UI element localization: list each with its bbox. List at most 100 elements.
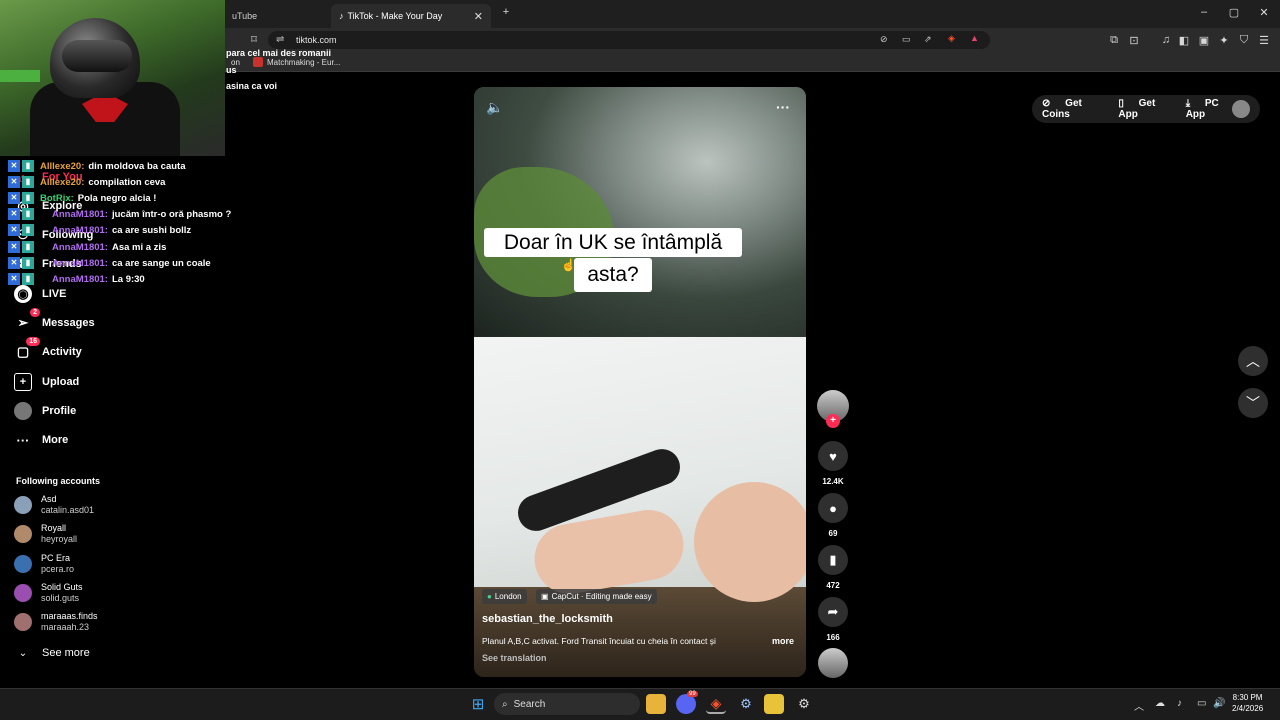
live-icon: ◉ bbox=[14, 285, 32, 303]
chevron-up-icon: ︿ bbox=[1246, 353, 1260, 369]
sidebar-item-live[interactable]: ◉ LIVE bbox=[14, 283, 66, 305]
sidebar-item-label: LIVE bbox=[42, 288, 67, 300]
close-window-button[interactable]: ✕ bbox=[1256, 6, 1272, 19]
video-options-icon[interactable]: ··· bbox=[776, 99, 790, 115]
network-icon[interactable]: ▭ bbox=[1197, 698, 1206, 709]
pc-app-button[interactable]: ⤓ PC App bbox=[1186, 98, 1238, 120]
rewards-icon[interactable]: ▲ bbox=[970, 33, 979, 43]
sub-badge-icon: ▮ bbox=[22, 176, 34, 188]
app-icon[interactable] bbox=[764, 694, 784, 714]
taskbar-search[interactable]: ⌕ Search bbox=[494, 693, 640, 715]
location-tag[interactable]: ● London bbox=[482, 589, 527, 604]
save-count: 472 bbox=[826, 581, 840, 590]
sidebar-item-profile[interactable]: Profile bbox=[14, 400, 76, 422]
tray-chevron-icon[interactable]: ︿ bbox=[1134, 698, 1144, 713]
brave-browser-icon[interactable]: ◈ bbox=[706, 694, 726, 714]
taskbar-clock[interactable]: 8:30 PM 2/4/2026 bbox=[1232, 692, 1263, 714]
mod-badge-icon: ✕ bbox=[8, 208, 20, 220]
capcut-tag[interactable]: ▣ CapCut · Editing made easy bbox=[536, 589, 657, 604]
volume-icon[interactable]: 🔈 bbox=[486, 99, 503, 116]
account-name: Solid Guts bbox=[41, 582, 83, 592]
settings-icon[interactable]: ⚙ bbox=[794, 694, 814, 714]
site-info-icon[interactable]: ⇌ bbox=[276, 34, 284, 45]
video-username[interactable]: sebastian_the_locksmith bbox=[482, 613, 613, 625]
wallet-icon[interactable]: ▣ bbox=[1196, 34, 1212, 47]
music-icon[interactable]: ♫ bbox=[1158, 34, 1174, 46]
description-more-button[interactable]: more bbox=[772, 636, 794, 646]
share-button[interactable]: ➦ bbox=[818, 597, 848, 627]
steam-icon[interactable]: ⚙ bbox=[736, 694, 756, 714]
like-button[interactable]: ♥ bbox=[818, 441, 848, 471]
bookmark-item[interactable]: Matchmaking - Eur... bbox=[267, 58, 340, 67]
chat-username: Alllexe20: bbox=[40, 160, 85, 172]
sub-badge-icon: ▮ bbox=[22, 208, 34, 220]
share-icon[interactable]: ⇗ bbox=[924, 34, 932, 45]
file-explorer-icon[interactable] bbox=[646, 694, 666, 714]
screenshot-icon[interactable]: ⊡ bbox=[1126, 34, 1142, 47]
chat-message: compilation ceva bbox=[88, 176, 166, 188]
discord-icon[interactable]: 99 bbox=[676, 691, 698, 714]
get-app-button[interactable]: ▯ Get App bbox=[1118, 98, 1173, 120]
previous-video-button[interactable]: ︿ bbox=[1238, 346, 1268, 376]
avatar bbox=[14, 525, 32, 543]
get-coins-button[interactable]: ⊘ Get Coins bbox=[1042, 98, 1106, 120]
following-account[interactable]: PC Era pcera.ro bbox=[14, 553, 74, 575]
download-icon: ⤓ bbox=[1185, 98, 1193, 109]
tray-app-icon[interactable]: ☁ bbox=[1155, 698, 1165, 709]
messages-badge: 2 bbox=[30, 308, 40, 317]
minimize-button[interactable]: – bbox=[1196, 6, 1212, 18]
account-handle: pcera.ro bbox=[41, 564, 75, 574]
no-track-icon[interactable]: ⊘ bbox=[880, 34, 888, 45]
chat-username: BotRix: bbox=[40, 192, 74, 204]
volume-tray-icon[interactable]: 🔊 bbox=[1213, 698, 1225, 709]
sub-badge-icon: ▮ bbox=[22, 192, 34, 204]
sidebar-item-label: Messages bbox=[42, 317, 95, 329]
sidebar-item-label: Profile bbox=[42, 405, 77, 417]
menu-icon[interactable]: ☰ bbox=[1256, 34, 1272, 47]
sidebar-item-upload[interactable]: + Upload bbox=[14, 371, 79, 393]
sidebar-toggle-icon[interactable]: ◧ bbox=[1176, 34, 1192, 47]
vpn-icon[interactable]: ⛉ bbox=[1236, 34, 1252, 47]
chat-message: jucăm într-o oră phasmo ? bbox=[111, 208, 232, 220]
chat-message: ca are sange un coale bbox=[111, 257, 211, 269]
video-caption-line: Doar în UK se întâmplă bbox=[484, 228, 742, 257]
windows-start-icon[interactable]: ⊞ bbox=[468, 694, 488, 714]
see-translation-button[interactable]: See translation bbox=[482, 653, 547, 663]
follow-plus-icon[interactable]: + bbox=[826, 414, 840, 428]
see-more-button[interactable]: ⌄ See more bbox=[14, 642, 90, 664]
chat-line: ✕ ▮ Alllexe20: din moldova ba cauta bbox=[8, 158, 186, 174]
extensions-icon[interactable]: ⧉ bbox=[1106, 34, 1122, 47]
bookmark-icon[interactable]: ⌑ bbox=[246, 33, 262, 46]
maximize-button[interactable]: ▢ bbox=[1226, 6, 1242, 19]
sound-disc-avatar[interactable] bbox=[818, 648, 848, 678]
share-count: 166 bbox=[826, 633, 840, 642]
sidebar-item-messages[interactable]: ➢ 2 Messages bbox=[14, 308, 95, 334]
user-avatar[interactable] bbox=[1232, 100, 1250, 118]
chat-line: ✕ ▮ AnnaM1801: ca are sushi bollz bbox=[8, 222, 191, 238]
following-account[interactable]: Asd catalin.asd01 bbox=[14, 494, 94, 516]
comment-button[interactable]: ● bbox=[818, 493, 848, 523]
tab-youtube[interactable]: uTube bbox=[224, 4, 324, 28]
next-video-button[interactable]: ﹀ bbox=[1238, 388, 1268, 418]
new-tab-button[interactable]: + bbox=[498, 6, 514, 18]
microphone-icon[interactable]: ♪ bbox=[1177, 698, 1182, 709]
sidebar-item-label: Activity bbox=[42, 346, 82, 358]
following-account[interactable]: Solid Guts solid.guts bbox=[14, 582, 83, 604]
following-account[interactable]: maraaas.finds maraaah.23 bbox=[14, 611, 98, 633]
tab-tiktok[interactable]: ♪ TikTok - Make Your Day ✕ bbox=[331, 4, 491, 28]
following-account[interactable]: Royall heyroyall bbox=[14, 523, 77, 545]
address-bar[interactable]: ⇌ tiktok.com ⊘ ▭ ⇗ ◈ ▲ bbox=[268, 31, 990, 49]
mod-badge-icon: ✕ bbox=[8, 176, 20, 188]
account-name: Royall bbox=[41, 523, 67, 533]
mod-badge-icon: ✕ bbox=[8, 257, 20, 269]
brave-shield-icon[interactable]: ◈ bbox=[948, 33, 955, 44]
close-tab-icon[interactable]: ✕ bbox=[474, 10, 483, 23]
sidebar-item-more[interactable]: ··· More bbox=[14, 429, 69, 451]
sidebar-item-activity[interactable]: ▢ 16 Activity bbox=[14, 337, 82, 363]
cast-icon[interactable]: ▭ bbox=[902, 34, 911, 45]
save-button[interactable]: ▮ bbox=[818, 545, 848, 575]
video-hand-right bbox=[694, 482, 806, 602]
activity-badge: 16 bbox=[26, 337, 40, 346]
upload-icon: + bbox=[14, 373, 32, 391]
leo-ai-icon[interactable]: ✦ bbox=[1216, 34, 1232, 47]
